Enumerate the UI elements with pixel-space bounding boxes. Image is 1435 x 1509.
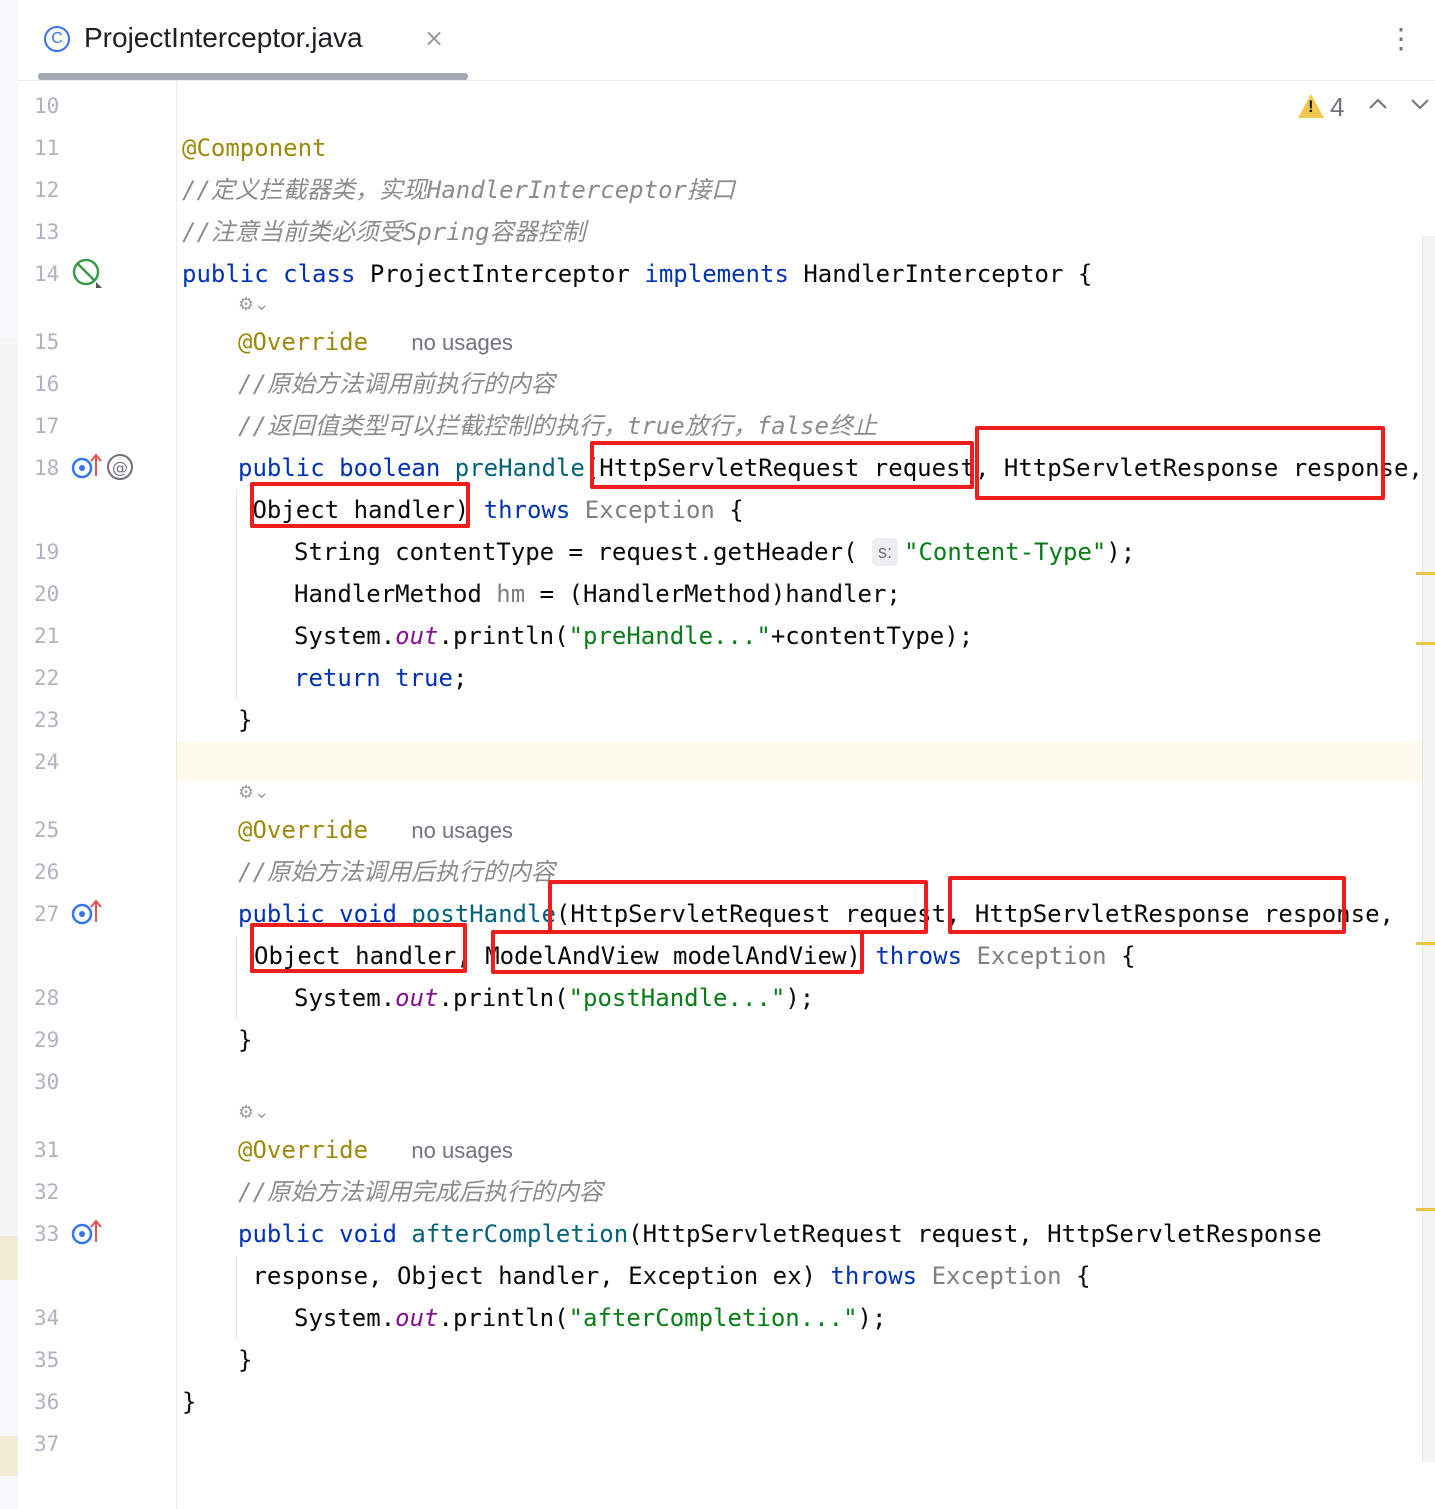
code-line-14[interactable]: public class ProjectInterceptor implemen…	[182, 254, 1092, 294]
left-edge-marker	[0, 1436, 18, 1476]
line-number[interactable]: 32	[34, 1180, 94, 1204]
vertical-scrollbar[interactable]	[1422, 236, 1435, 1462]
code-line-26[interactable]: //原始方法调用后执行的内容	[238, 852, 555, 892]
code-vision-lens-icon[interactable]: ⚙⌄	[238, 782, 269, 803]
highlight-box-response-param	[948, 876, 1346, 934]
scroll-warning-mark[interactable]	[1416, 572, 1435, 575]
usages-hint: no usages	[411, 330, 513, 355]
parameter-name-hint: s:	[871, 538, 898, 566]
code-line-35[interactable]: }	[238, 1340, 252, 1380]
code-line-12[interactable]: //定义拦截器类，实现HandlerInterceptor接口	[182, 170, 735, 210]
overrides-method-icon[interactable]	[70, 452, 104, 482]
highlight-box-request-param	[590, 441, 974, 489]
active-tab-indicator	[38, 73, 468, 80]
line-number[interactable]: 35	[34, 1348, 94, 1372]
line-number[interactable]: 36	[34, 1390, 94, 1414]
code-line-25[interactable]: @Override no usages	[238, 810, 513, 851]
line-number[interactable]: 16	[34, 372, 94, 396]
tab-title: ProjectInterceptor.java	[84, 22, 363, 53]
overrides-method-icon[interactable]	[70, 898, 104, 928]
code-line-22[interactable]: return true;	[294, 658, 467, 698]
request-mapping-at-icon[interactable]: @	[104, 452, 136, 482]
close-icon[interactable]: ×	[424, 24, 444, 52]
usages-hint: no usages	[411, 818, 513, 843]
line-number[interactable]: 20	[34, 582, 94, 606]
line-number[interactable]: 37	[34, 1432, 94, 1456]
code-line-34[interactable]: System.out.println("afterCompletion...")…	[294, 1298, 886, 1338]
left-edge-marker	[0, 1236, 18, 1280]
code-line-19[interactable]: String contentType = request.getHeader( …	[294, 532, 1135, 572]
line-number[interactable]: 29	[34, 1028, 94, 1052]
line-number[interactable]: 19	[34, 540, 94, 564]
code-line-29[interactable]: }	[238, 1020, 252, 1060]
line-number[interactable]: 10	[34, 94, 94, 118]
code-line-31[interactable]: @Override no usages	[238, 1130, 513, 1171]
line-number[interactable]: 11	[34, 136, 94, 160]
scroll-warning-mark[interactable]	[1416, 942, 1435, 945]
no-beans-icon[interactable]	[72, 258, 104, 290]
code-line-33-wrap[interactable]: response, Object handler, Exception ex) …	[238, 1256, 1090, 1296]
highlight-box-handler-param	[250, 482, 470, 528]
left-edge-strip	[0, 0, 18, 1509]
highlight-box-response-param	[975, 426, 1385, 500]
current-line-highlight	[18, 741, 1422, 781]
highlight-box-modelandview-param	[491, 930, 864, 974]
warning-count: 4	[1330, 92, 1345, 122]
line-number[interactable]: 34	[34, 1306, 94, 1330]
highlight-box-request-param	[548, 880, 928, 934]
code-line-20[interactable]: HandlerMethod hm = (HandlerMethod)handle…	[294, 574, 901, 614]
tab-project-interceptor[interactable]: C ProjectInterceptor.java ×	[38, 0, 468, 80]
java-class-icon: C	[44, 26, 70, 52]
code-vision-lens-icon[interactable]: ⚙⌄	[238, 1102, 269, 1123]
line-number[interactable]: 17	[34, 414, 94, 438]
code-line-13[interactable]: //注意当前类必须受Spring容器控制	[182, 212, 586, 252]
code-line-32[interactable]: //原始方法调用完成后执行的内容	[238, 1172, 603, 1212]
indent-guide	[236, 936, 237, 1020]
code-line-11[interactable]: @Component	[182, 128, 327, 168]
indent-guide	[236, 1256, 237, 1340]
code-line-21[interactable]: System.out.println("preHandle..."+conten…	[294, 616, 973, 656]
highlight-box-handler-param	[250, 923, 467, 973]
line-number[interactable]: 13	[34, 220, 94, 244]
line-number[interactable]: 31	[34, 1138, 94, 1162]
line-number[interactable]: 26	[34, 860, 94, 884]
code-vision-lens-icon[interactable]: ⚙⌄	[238, 294, 269, 315]
indent-guide	[236, 490, 237, 700]
line-number[interactable]: 28	[34, 986, 94, 1010]
code-line-33[interactable]: public void afterCompletion(HttpServletR…	[238, 1214, 1322, 1254]
next-highlight-icon[interactable]	[1410, 94, 1430, 114]
left-edge-region	[0, 338, 18, 1238]
line-number[interactable]: 30	[34, 1070, 94, 1094]
editor-tab-bar: C ProjectInterceptor.java × ⋮	[18, 0, 1435, 81]
scroll-warning-mark[interactable]	[1416, 642, 1435, 645]
usages-hint: no usages	[411, 1138, 513, 1163]
code-line-23[interactable]: }	[238, 700, 252, 740]
line-gutter	[18, 81, 177, 1509]
line-number[interactable]: 15	[34, 330, 94, 354]
line-number[interactable]: 24	[34, 750, 94, 774]
line-number[interactable]: 12	[34, 178, 94, 202]
overrides-method-icon[interactable]	[70, 1218, 104, 1248]
more-options-icon[interactable]: ⋮	[1387, 22, 1415, 55]
line-number[interactable]: 22	[34, 666, 94, 690]
line-number[interactable]: 25	[34, 818, 94, 842]
code-line-15[interactable]: @Override no usages	[238, 322, 513, 363]
code-line-28[interactable]: System.out.println("postHandle...");	[294, 978, 814, 1018]
previous-highlight-icon[interactable]	[1368, 94, 1388, 114]
code-line-17[interactable]: //返回值类型可以拦截控制的执行，true放行，false终止	[238, 406, 877, 446]
line-number[interactable]: 21	[34, 624, 94, 648]
svg-text:@: @	[112, 458, 128, 477]
code-line-16[interactable]: //原始方法调用前执行的内容	[238, 364, 555, 404]
line-number[interactable]: 23	[34, 708, 94, 732]
code-line-36[interactable]: }	[182, 1382, 196, 1422]
scroll-warning-mark[interactable]	[1416, 1208, 1435, 1211]
